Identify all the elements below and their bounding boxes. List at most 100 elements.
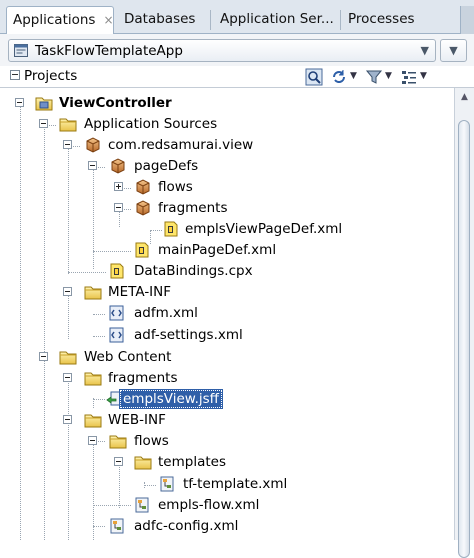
chevron-down-icon: ▼ [420, 44, 429, 57]
tree-node-pagedefs[interactable]: pageDefs [0, 156, 454, 177]
collapse-icon[interactable] [88, 161, 97, 170]
tree-node-label-selected: emplsView.jsff [119, 389, 223, 409]
projects-panel-header: Projects ▼ ▼ ▼ [0, 66, 474, 88]
tree-node-label: DataBindings.cpx [134, 263, 253, 279]
tree-node-templates-folder[interactable]: templates [0, 452, 454, 473]
collapse-icon[interactable] [63, 415, 72, 424]
collapse-icon[interactable] [63, 140, 72, 149]
tree-node-label: WEB-INF [108, 412, 166, 428]
taskflow-icon [133, 497, 151, 513]
sync-icon[interactable] [330, 68, 348, 86]
tree-node-label: META-INF [108, 284, 172, 300]
folder-icon [84, 412, 102, 428]
taskflow-icon [158, 476, 176, 492]
tab-label: Processes [348, 11, 415, 27]
tree-node-application-sources[interactable]: Application Sources [0, 114, 454, 135]
tab-applications[interactable]: Applications × [6, 6, 114, 34]
tree-node-label: adfm.xml [134, 305, 198, 321]
tree-node-empls-pagedef[interactable]: emplsViewPageDef.xml [0, 219, 454, 240]
tab-processes[interactable]: Processes [342, 6, 454, 34]
tree-node-label: pageDefs [134, 158, 199, 174]
scrollbar-thumb[interactable] [458, 120, 470, 558]
search-icon[interactable] [305, 68, 323, 86]
package-icon [109, 158, 127, 174]
tree-node-viewcontroller[interactable]: ViewController [0, 93, 454, 114]
chevron-down-icon[interactable]: ▼ [385, 71, 392, 89]
application-icon [14, 44, 28, 57]
tab-separator [210, 10, 211, 30]
collapse-icon[interactable] [63, 287, 72, 296]
package-icon [134, 179, 152, 195]
tree-node-package[interactable]: com.redsamurai.view [0, 135, 454, 156]
options-icon[interactable] [400, 68, 418, 86]
pagedef-icon [133, 242, 151, 258]
tree-node-adf-settings-xml[interactable]: adf-settings.xml [0, 325, 454, 346]
tree-node-label: com.redsamurai.view [108, 137, 254, 153]
application-menu-button[interactable]: ▼ [440, 39, 467, 62]
tree-node-adfm-xml[interactable]: adfm.xml [0, 303, 454, 324]
tab-application-servers[interactable]: Application Ser... [214, 6, 338, 34]
tree-node-flows-package[interactable]: flows [0, 177, 454, 198]
tab-separator [340, 10, 341, 30]
close-icon[interactable]: × [103, 13, 113, 27]
chevron-down-icon: ▼ [449, 44, 458, 57]
navigator-tabs: Applications × Databases Application Ser.… [0, 0, 474, 34]
pagedef-icon [162, 221, 180, 237]
tree-node-label: mainPageDef.xml [158, 242, 277, 258]
tree-node-empls-flow-xml[interactable]: empls-flow.xml [0, 495, 454, 516]
tree-node-label: emplsViewPageDef.xml [185, 221, 343, 237]
project-tree: ViewController Application Sources com.r… [0, 88, 454, 540]
tree-node-web-inf[interactable]: WEB-INF [0, 410, 454, 431]
tree-node-label: fragments [158, 200, 228, 216]
folder-icon [134, 454, 152, 470]
tab-overflow-button[interactable] [460, 6, 474, 34]
tree-node-emplsview-jsff[interactable]: emplsView.jsff [0, 389, 454, 410]
chevron-down-icon[interactable]: ▼ [420, 71, 427, 89]
tree-node-label: empls-flow.xml [158, 497, 260, 513]
tree-node-meta-inf[interactable]: META-INF [0, 282, 454, 303]
tab-label: Application Ser... [220, 11, 334, 27]
tree-node-fragments-package[interactable]: fragments [0, 198, 454, 219]
collapse-icon[interactable] [63, 373, 72, 382]
collapse-icon[interactable] [39, 352, 48, 361]
folder-icon [59, 116, 77, 132]
package-icon [134, 200, 152, 216]
tree-node-main-pagedef[interactable]: mainPageDef.xml [0, 240, 454, 261]
tree-node-label: fragments [108, 370, 178, 386]
tab-databases[interactable]: Databases [118, 6, 206, 34]
tab-label: Applications [13, 12, 96, 28]
tree-node-adfc-config-xml[interactable]: adfc-config.xml [0, 516, 454, 537]
collapse-icon[interactable] [114, 457, 123, 466]
package-icon [84, 137, 102, 153]
tree-node-label: flows [134, 433, 169, 449]
folder-icon [84, 284, 102, 300]
collapse-icon[interactable] [15, 98, 24, 107]
tree-node-web-content[interactable]: Web Content [0, 347, 454, 368]
application-selector[interactable]: TaskFlowTemplateApp ▼ [8, 39, 436, 62]
tree-node-label: ViewController [59, 95, 172, 111]
folder-icon [84, 370, 102, 386]
tree-node-label: tf-template.xml [183, 476, 288, 492]
collapse-icon[interactable] [114, 203, 123, 212]
filter-icon[interactable] [365, 68, 383, 86]
taskflow-icon [108, 518, 126, 534]
tree-node-label: Application Sources [84, 116, 218, 132]
tree-node-databindings[interactable]: DataBindings.cpx [0, 261, 454, 282]
folder-icon [109, 433, 127, 449]
chevron-down-icon[interactable]: ▼ [350, 71, 357, 89]
tree-node-fragments-folder[interactable]: fragments [0, 368, 454, 389]
collapse-icon[interactable] [39, 119, 48, 128]
collapse-icon[interactable] [88, 436, 97, 445]
pagedef-icon [108, 263, 126, 279]
tree-node-flows-folder[interactable]: flows [0, 431, 454, 452]
scroll-up-icon[interactable]: ▲ [455, 88, 474, 106]
collapse-icon[interactable] [10, 70, 20, 80]
folder-icon [59, 349, 77, 365]
vertical-scrollbar[interactable]: ▲ [454, 88, 474, 558]
xml-icon [108, 327, 126, 343]
tree-node-label: adfc-config.xml [134, 518, 239, 534]
projects-panel-title: Projects [24, 68, 78, 84]
expand-icon[interactable] [114, 182, 123, 191]
tree-node-label: templates [158, 454, 226, 470]
tree-node-tf-template-xml[interactable]: tf-template.xml [0, 474, 454, 495]
